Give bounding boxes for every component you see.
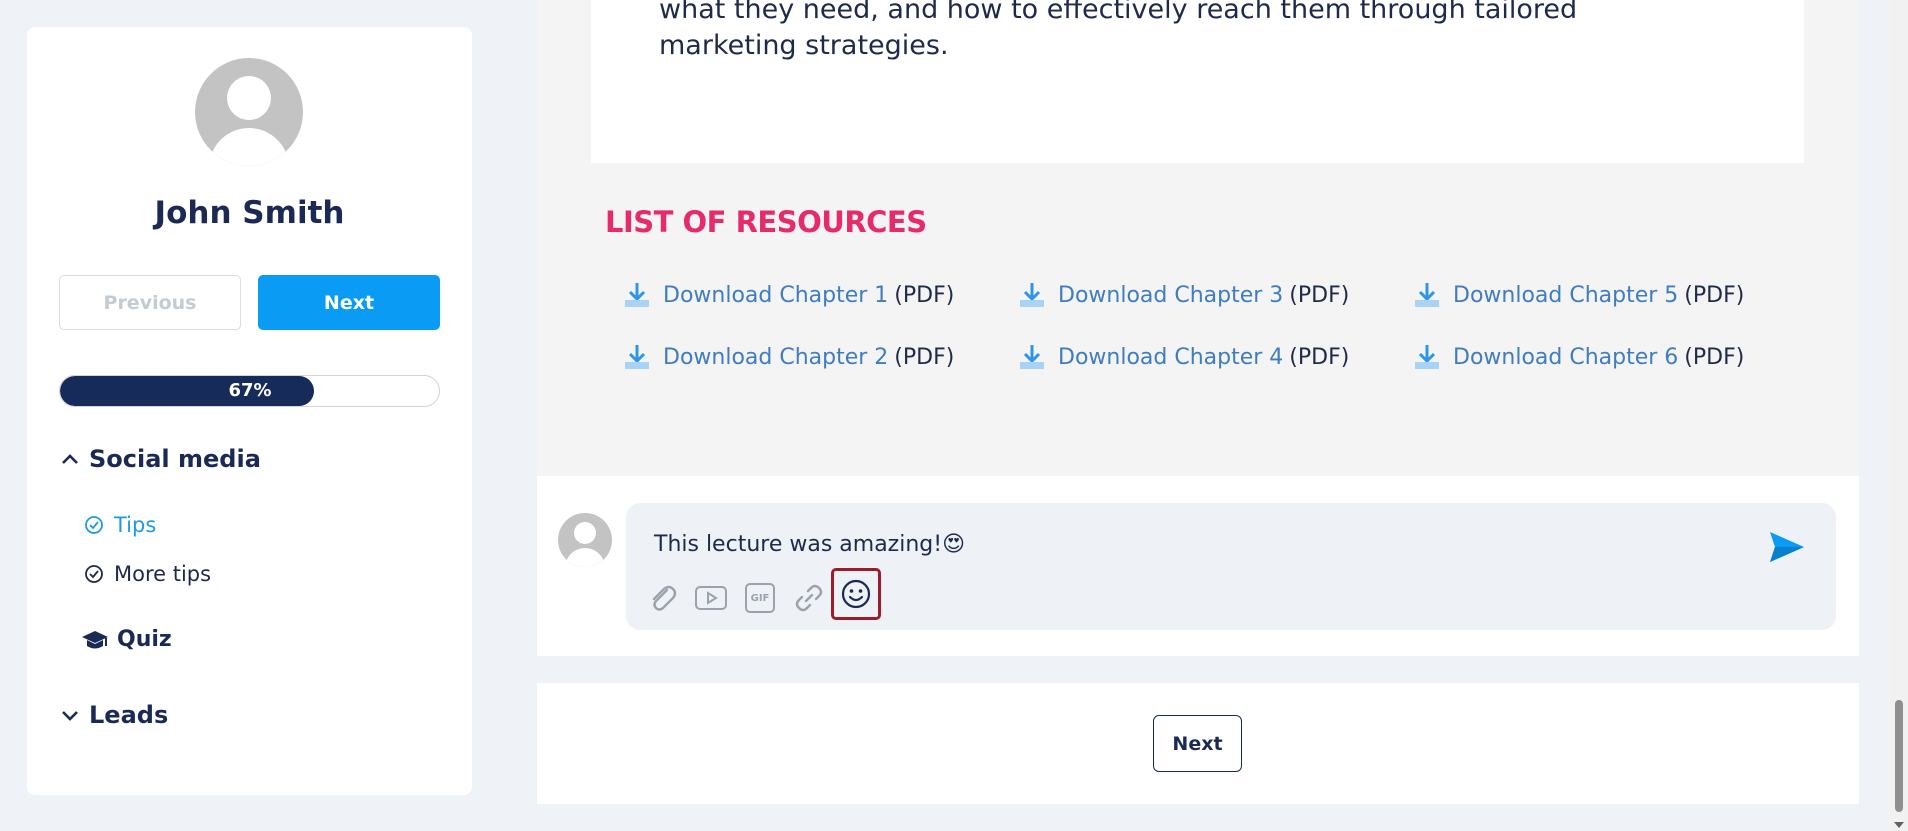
scroll-thumb[interactable] — [1895, 700, 1903, 812]
send-button[interactable] — [1768, 530, 1806, 568]
previous-button[interactable]: Previous — [59, 275, 241, 330]
download-link[interactable]: Download Chapter 2 — [663, 345, 888, 370]
download-link[interactable]: Download Chapter 5 — [1453, 283, 1678, 308]
gif-button[interactable]: GIF — [740, 580, 780, 616]
scroll-down-arrow[interactable] — [1894, 822, 1904, 828]
send-icon — [1770, 532, 1804, 562]
file-type: (PDF) — [1289, 282, 1350, 308]
download-chapter-1[interactable]: Download Chapter 1 (PDF) — [623, 281, 954, 309]
file-type: (PDF) — [894, 344, 955, 370]
link-icon — [795, 584, 823, 612]
download-chapter-4[interactable]: Download Chapter 4 (PDF) — [1018, 343, 1349, 371]
section-title: Social media — [89, 445, 261, 473]
emoji-button[interactable] — [831, 568, 881, 620]
course-sidebar: John Smith Previous Next 67% Social medi… — [27, 27, 472, 795]
download-icon — [1415, 345, 1439, 369]
user-name: John Smith — [154, 195, 345, 231]
chevron-up-icon — [62, 454, 78, 464]
file-type: (PDF) — [1684, 282, 1745, 308]
download-icon — [1020, 283, 1044, 307]
section-leads[interactable]: Leads — [61, 701, 168, 729]
resources-title: LIST OF RESOURCES — [605, 205, 927, 239]
download-chapter-3[interactable]: Download Chapter 3 (PDF) — [1018, 281, 1349, 309]
video-icon — [695, 586, 727, 610]
emoji-icon — [841, 579, 871, 609]
heart-eyes-emoji: 😍 — [942, 532, 965, 557]
next-lecture-button[interactable]: Next — [1153, 715, 1242, 772]
download-chapter-6[interactable]: Download Chapter 6 (PDF) — [1413, 343, 1744, 371]
lesson-more-tips[interactable]: More tips — [84, 562, 211, 586]
section-social-media[interactable]: Social media — [61, 445, 261, 473]
quiz-label: Quiz — [117, 627, 172, 652]
lesson-quiz[interactable]: Quiz — [81, 627, 172, 652]
download-icon — [1415, 283, 1439, 307]
download-icon — [1020, 345, 1044, 369]
link-button[interactable] — [789, 580, 829, 616]
avatar — [195, 58, 303, 166]
check-circle-icon — [85, 565, 103, 583]
chevron-down-icon — [62, 711, 78, 721]
progress-bar: 67% — [59, 375, 440, 407]
graduation-cap-icon — [82, 630, 108, 648]
gif-label: GIF — [750, 592, 770, 604]
file-type: (PDF) — [1289, 344, 1350, 370]
section-title: Leads — [89, 701, 169, 729]
lesson-tips[interactable]: Tips — [84, 513, 156, 537]
download-link[interactable]: Download Chapter 3 — [1058, 283, 1283, 308]
comment-text[interactable]: This lecture was amazing!😍 — [654, 532, 965, 557]
comment-value: This lecture was amazing! — [654, 532, 943, 557]
download-chapter-2[interactable]: Download Chapter 2 (PDF) — [623, 343, 954, 371]
scrollbar[interactable] — [1890, 0, 1908, 831]
commenter-avatar — [558, 513, 612, 567]
paperclip-icon — [652, 585, 677, 611]
lesson-label: More tips — [114, 562, 212, 586]
attach-button[interactable] — [642, 580, 682, 616]
download-chapter-5[interactable]: Download Chapter 5 (PDF) — [1413, 281, 1744, 309]
lesson-label: Tips — [114, 513, 157, 537]
download-link[interactable]: Download Chapter 6 — [1453, 345, 1678, 370]
lecture-paragraph: what they need, and how to effectively r… — [659, 0, 1578, 61]
file-type: (PDF) — [1684, 344, 1745, 370]
progress-label: 67% — [228, 380, 272, 401]
video-button[interactable] — [691, 580, 731, 616]
next-button[interactable]: Next — [258, 275, 440, 330]
download-icon — [625, 283, 649, 307]
download-link[interactable]: Download Chapter 1 — [663, 283, 888, 308]
check-circle-icon — [85, 516, 103, 534]
download-icon — [625, 345, 649, 369]
download-link[interactable]: Download Chapter 4 — [1058, 345, 1283, 370]
file-type: (PDF) — [894, 282, 955, 308]
